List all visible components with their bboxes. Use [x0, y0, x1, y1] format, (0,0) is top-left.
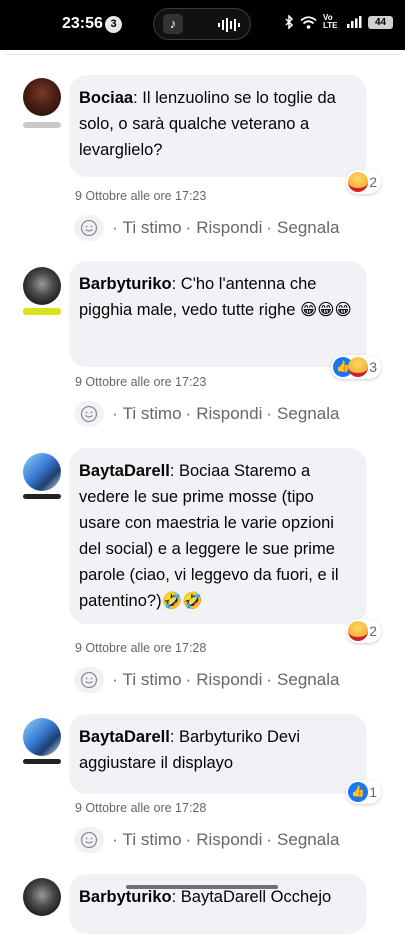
comment-actions: · Ti stimo · Rispondi · Segnala [74, 215, 339, 241]
music-icon: ♪ [163, 14, 183, 34]
report-button[interactable]: Segnala [277, 218, 339, 238]
audio-wave-icon [218, 18, 240, 32]
react-smiley-button[interactable] [74, 827, 104, 853]
reply-button[interactable]: Rispondi [196, 830, 262, 850]
separator: · [185, 670, 192, 689]
comment-timestamp: 9 Ottobre alle ore 17:28 [75, 641, 207, 655]
reaction-count: 2 [369, 174, 377, 190]
react-smiley-button[interactable] [74, 401, 104, 427]
comment-text: : BaytaDarell Occhejo [171, 888, 332, 906]
like-reaction-icon: 👍 [348, 782, 369, 802]
separator: · [185, 830, 192, 849]
comment-bubble[interactable]: Barbyturiko: BaytaDarell Occhejo [69, 874, 367, 934]
comment-text: : Bociaa Staremo a vedere le sue prime m… [79, 462, 339, 610]
like-button[interactable]: Ti stimo [123, 830, 182, 850]
status-icons: Vo LTE 44 [285, 14, 393, 30]
like-button[interactable]: Ti stimo [123, 670, 182, 690]
comment-timestamp: 9 Ottobre alle ore 17:23 [75, 189, 207, 203]
report-button[interactable]: Segnala [277, 670, 339, 690]
bluetooth-icon [285, 15, 294, 29]
smiley-icon [80, 405, 98, 423]
comment-bubble[interactable]: Bociaa: Il lenzuolino se lo toglie da so… [69, 75, 367, 177]
media-island[interactable]: ♪ [153, 8, 251, 40]
haha-reaction-icon [348, 621, 369, 641]
separator: · [112, 404, 118, 423]
reaction-summary[interactable]: 2 [346, 619, 381, 643]
comment-actions: · Ti stimo · Rispondi · Segnala [74, 401, 339, 427]
status-time: 23:56 [62, 15, 103, 32]
reply-button[interactable]: Rispondi [196, 404, 262, 424]
separator: · [185, 218, 192, 237]
comment-bubble[interactable]: BaytaDarell: Bociaa Staremo a vedere le … [69, 448, 367, 624]
avatar[interactable] [23, 453, 61, 491]
comment-author[interactable]: BaytaDarell [79, 728, 170, 746]
avatar[interactable] [23, 267, 61, 305]
separator: · [266, 670, 273, 689]
user-badge [23, 122, 61, 128]
header-divider [5, 54, 400, 55]
like-button[interactable]: Ti stimo [123, 218, 182, 238]
report-button[interactable]: Segnala [277, 830, 339, 850]
signal-icon [347, 16, 362, 28]
smiley-icon [80, 671, 98, 689]
haha-reaction-icon [348, 172, 369, 192]
avatar[interactable] [23, 878, 61, 916]
separator: · [266, 404, 273, 423]
reaction-count: 1 [369, 784, 377, 800]
comment-bubble[interactable]: Barbyturiko: C'ho l'antenna che pigghia … [69, 261, 367, 367]
reply-button[interactable]: Rispondi [196, 670, 262, 690]
separator: · [185, 404, 192, 423]
user-badge [23, 308, 61, 315]
comment-timestamp: 9 Ottobre alle ore 17:23 [75, 375, 207, 389]
notification-count-badge: 3 [105, 16, 122, 33]
reply-button[interactable]: Rispondi [196, 218, 262, 238]
react-smiley-button[interactable] [74, 215, 104, 241]
reaction-count: 2 [369, 623, 377, 639]
separator: · [112, 218, 118, 237]
reaction-summary[interactable]: 2 [346, 170, 381, 194]
smiley-icon [80, 219, 98, 237]
avatar[interactable] [23, 78, 61, 116]
network-type: Vo LTE [323, 13, 338, 30]
report-button[interactable]: Segnala [277, 404, 339, 424]
separator: · [112, 670, 118, 689]
gesture-bar[interactable] [126, 885, 278, 889]
haha-reaction-icon [348, 357, 369, 377]
comment-actions: · Ti stimo · Rispondi · Segnala [74, 827, 339, 853]
user-badge [23, 494, 61, 499]
comment-author[interactable]: BaytaDarell [79, 462, 170, 480]
comment-timestamp: 9 Ottobre alle ore 17:28 [75, 801, 207, 815]
like-button[interactable]: Ti stimo [123, 404, 182, 424]
user-badge [23, 759, 61, 764]
react-smiley-button[interactable] [74, 667, 104, 693]
comment-author[interactable]: Bociaa [79, 89, 133, 107]
comment-bubble[interactable]: BaytaDarell: Barbyturiko Devi aggiustare… [69, 714, 367, 794]
separator: · [266, 830, 273, 849]
reaction-summary[interactable]: 👍 1 [346, 780, 381, 804]
reaction-count: 3 [369, 359, 377, 375]
separator: · [112, 830, 118, 849]
comment-author[interactable]: Barbyturiko [79, 275, 172, 293]
smiley-icon [80, 831, 98, 849]
avatar[interactable] [23, 718, 61, 756]
status-bar: 23:56 3 ♪ Vo LTE 44 [0, 0, 405, 50]
reaction-summary[interactable]: 👍 3 [331, 355, 381, 379]
separator: · [266, 218, 273, 237]
wifi-icon [300, 15, 317, 29]
battery-icon: 44 [368, 15, 393, 29]
comment-author[interactable]: Barbyturiko [79, 888, 172, 906]
comment-actions: · Ti stimo · Rispondi · Segnala [74, 667, 339, 693]
